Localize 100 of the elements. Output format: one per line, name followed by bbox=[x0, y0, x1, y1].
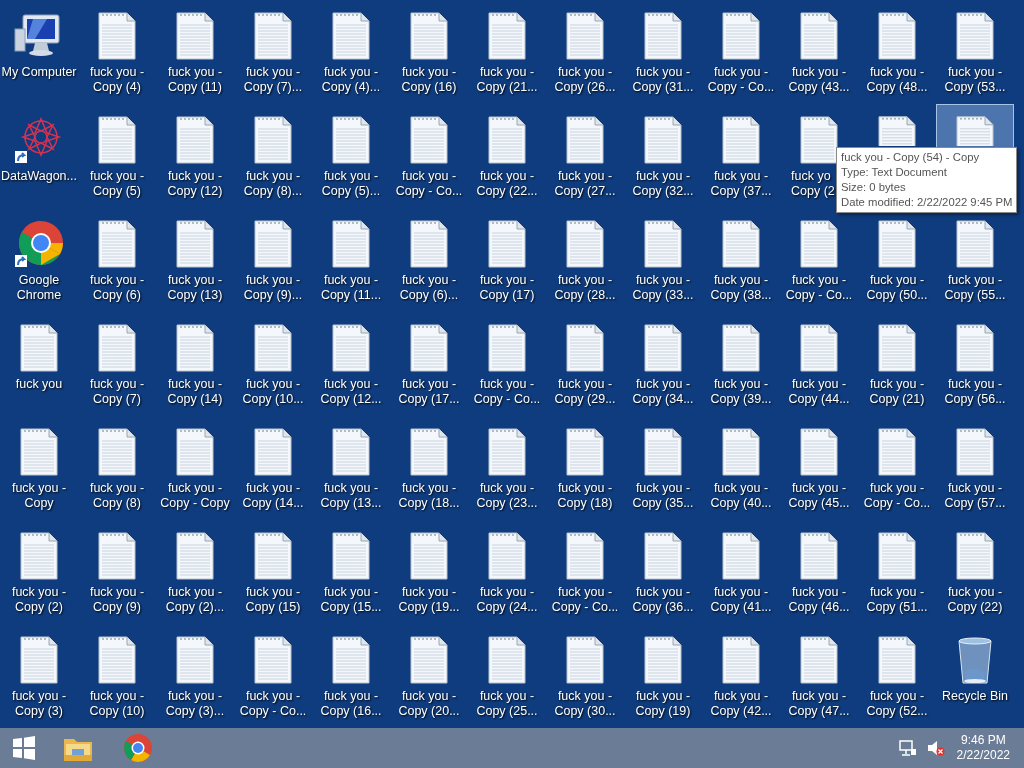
file-label[interactable]: fuck you - Copy (48... bbox=[866, 65, 928, 95]
file-label[interactable]: fuck you - Copy (4)... bbox=[321, 65, 381, 95]
file-label[interactable]: Recycle Bin bbox=[942, 689, 1008, 704]
file-label[interactable]: fuck you - Copy (16) bbox=[401, 65, 457, 95]
file-label[interactable]: fuck you - Copy (51... bbox=[866, 585, 928, 615]
file-label[interactable]: fuck you - Copy (18) bbox=[557, 481, 613, 511]
file-label[interactable]: fuck you - Copy (43... bbox=[788, 65, 850, 95]
text-file-icon bbox=[800, 428, 838, 476]
file-label[interactable]: fuck you - Copy - Co... bbox=[785, 273, 853, 303]
text-file-icon bbox=[254, 532, 292, 580]
file-label[interactable]: fuck you - Copy (8) bbox=[89, 481, 145, 511]
file-label[interactable]: fuck you - Copy - Co... bbox=[239, 689, 307, 719]
file-label[interactable]: fuck you - Copy (25... bbox=[476, 689, 538, 719]
file-label[interactable]: fuck you - Copy (15) bbox=[245, 585, 301, 615]
file-label[interactable]: fuck you - Copy (19) bbox=[635, 689, 691, 719]
file-label[interactable]: fuck you - Copy (5)... bbox=[321, 169, 381, 199]
file-label[interactable]: fuck you - Copy (7)... bbox=[243, 65, 303, 95]
file-label[interactable]: fuck you - Copy (12... bbox=[320, 377, 382, 407]
file-label[interactable]: fuck you - Copy (23... bbox=[476, 481, 538, 511]
file-label[interactable]: fuck you - Copy (46... bbox=[788, 585, 850, 615]
file-label[interactable]: fuck you - Copy (7) bbox=[89, 377, 145, 407]
file-label[interactable]: fuck you - Copy (6)... bbox=[399, 273, 459, 303]
file-label[interactable]: fuck you - Copy (34... bbox=[632, 377, 694, 407]
file-label[interactable]: fuck you - Copy (56... bbox=[944, 377, 1006, 407]
file-label[interactable]: fuck you - Copy (12) bbox=[167, 169, 223, 199]
file-label[interactable]: fuck you - Copy (11... bbox=[320, 273, 382, 303]
file-label[interactable]: fuck you - Copy (55... bbox=[944, 273, 1006, 303]
file-label[interactable]: fuck you - Copy - Co... bbox=[707, 65, 775, 95]
file-label[interactable]: fuck you - Copy (5) bbox=[89, 169, 145, 199]
file-label[interactable]: fuck you - Copy (29... bbox=[554, 377, 616, 407]
file-label[interactable]: fuck you - Copy (42... bbox=[710, 689, 772, 719]
file-label[interactable]: fuck you - Copy (9) bbox=[89, 585, 145, 615]
file-label[interactable]: fuck you - Copy (57... bbox=[944, 481, 1006, 511]
text-file-icon bbox=[566, 220, 604, 268]
file-label[interactable]: fuck you - Copy (2) bbox=[11, 585, 67, 615]
network-icon[interactable] bbox=[898, 740, 917, 756]
file-label[interactable]: fuck you - Copy (2)... bbox=[165, 585, 225, 615]
file-label[interactable]: DataWagon... bbox=[1, 169, 77, 184]
file-label[interactable]: fuck you - Copy - Copy bbox=[160, 481, 230, 511]
file-label[interactable]: fuck you - Copy (52... bbox=[866, 689, 928, 719]
text-file-icon bbox=[488, 324, 526, 372]
muted-speaker-icon[interactable] bbox=[926, 740, 945, 756]
file-label[interactable]: fuck you - Copy bbox=[11, 481, 67, 511]
file-label[interactable]: fuck you - Copy (14) bbox=[167, 377, 223, 407]
file-label[interactable]: fuck you bbox=[15, 377, 63, 392]
file-label[interactable]: fuck you - Copy (35... bbox=[632, 481, 694, 511]
file-label[interactable]: fuck you - Copy (15... bbox=[320, 585, 382, 615]
file-label[interactable]: fuck you - Copy (6) bbox=[89, 273, 145, 303]
file-label[interactable]: fuck you - Copy (20... bbox=[398, 689, 460, 719]
file-label[interactable]: fuck you - Copy (39... bbox=[710, 377, 772, 407]
file-label[interactable]: fuck you - Copy (37... bbox=[710, 169, 772, 199]
file-label[interactable]: fuck you - Copy (45... bbox=[788, 481, 850, 511]
file-label[interactable]: fuck you - Copy (10... bbox=[242, 377, 304, 407]
file-label[interactable]: fuck you - Copy (44... bbox=[788, 377, 850, 407]
file-label[interactable]: fuck you - Copy (40... bbox=[710, 481, 772, 511]
file-label[interactable]: fuck you - Copy (19... bbox=[398, 585, 460, 615]
file-label[interactable]: fuck you - Copy (31... bbox=[632, 65, 694, 95]
file-label[interactable]: fuck you - Copy (53... bbox=[944, 65, 1006, 95]
file-label[interactable]: fuck you - Copy (18... bbox=[398, 481, 460, 511]
file-label[interactable]: fuck you - Copy (38... bbox=[710, 273, 772, 303]
file-label[interactable]: fuck you - Copy (21) bbox=[869, 377, 925, 407]
file-label[interactable]: fuck you - Copy (8)... bbox=[243, 169, 303, 199]
file-label[interactable]: fuck you - Copy (47... bbox=[788, 689, 850, 719]
file-label[interactable]: fuck you - Copy (11) bbox=[167, 65, 223, 95]
file-label[interactable]: fuck you - Copy (27... bbox=[554, 169, 616, 199]
text-file-icon bbox=[956, 220, 994, 268]
file-label[interactable]: fuck you - Copy (41... bbox=[710, 585, 772, 615]
file-label[interactable]: fuck you - Copy (9)... bbox=[243, 273, 303, 303]
file-label[interactable]: fuck you - Copy (28... bbox=[554, 273, 616, 303]
file-label[interactable]: fuck you - Copy (26... bbox=[554, 65, 616, 95]
file-label[interactable]: fuck you - Copy (16... bbox=[320, 689, 382, 719]
text-file-icon bbox=[566, 532, 604, 580]
file-label[interactable]: fuck you - Copy (50... bbox=[866, 273, 928, 303]
file-label[interactable]: fuck you - Copy - Co... bbox=[863, 481, 931, 511]
file-label[interactable]: My Computer bbox=[1, 65, 77, 80]
file-label[interactable]: fuck you - Copy (24... bbox=[476, 585, 538, 615]
file-label[interactable]: fuck you - Copy (21... bbox=[476, 65, 538, 95]
file-label[interactable]: fuck you - Copy (3)... bbox=[165, 689, 225, 719]
file-label[interactable]: fuck you - Copy (10) bbox=[89, 689, 145, 719]
file-label[interactable]: fuck you - Copy (32... bbox=[632, 169, 694, 199]
text-file-icon bbox=[722, 12, 760, 60]
file-label[interactable]: fuck you - Copy (14... bbox=[242, 481, 304, 511]
file-label[interactable]: fuck you - Copy (13) bbox=[167, 273, 223, 303]
file-label[interactable]: fuck you - Copy (22) bbox=[947, 585, 1003, 615]
file-label[interactable]: fuck you - Copy (3) bbox=[11, 689, 67, 719]
clock[interactable]: 9:46 PM 2/22/2022 bbox=[956, 733, 1010, 763]
file-label[interactable]: fuck you - Copy (17) bbox=[479, 273, 535, 303]
file-label[interactable]: fuck you - Copy - Co... bbox=[395, 169, 463, 199]
text-file-icon bbox=[800, 324, 838, 372]
file-label[interactable]: fuck yo Copy (2 bbox=[781, 169, 835, 199]
file-label[interactable]: fuck you - Copy (13... bbox=[320, 481, 382, 511]
file-label[interactable]: fuck you - Copy (22... bbox=[476, 169, 538, 199]
file-label[interactable]: fuck you - Copy - Co... bbox=[551, 585, 619, 615]
file-label[interactable]: fuck you - Copy - Co... bbox=[473, 377, 541, 407]
file-label[interactable]: fuck you - Copy (4) bbox=[89, 65, 145, 95]
file-label[interactable]: fuck you - Copy (33... bbox=[632, 273, 694, 303]
file-label[interactable]: fuck you - Copy (36... bbox=[632, 585, 694, 615]
file-label[interactable]: Google Chrome bbox=[16, 273, 62, 303]
file-label[interactable]: fuck you - Copy (30... bbox=[554, 689, 616, 719]
file-label[interactable]: fuck you - Copy (17... bbox=[398, 377, 460, 407]
